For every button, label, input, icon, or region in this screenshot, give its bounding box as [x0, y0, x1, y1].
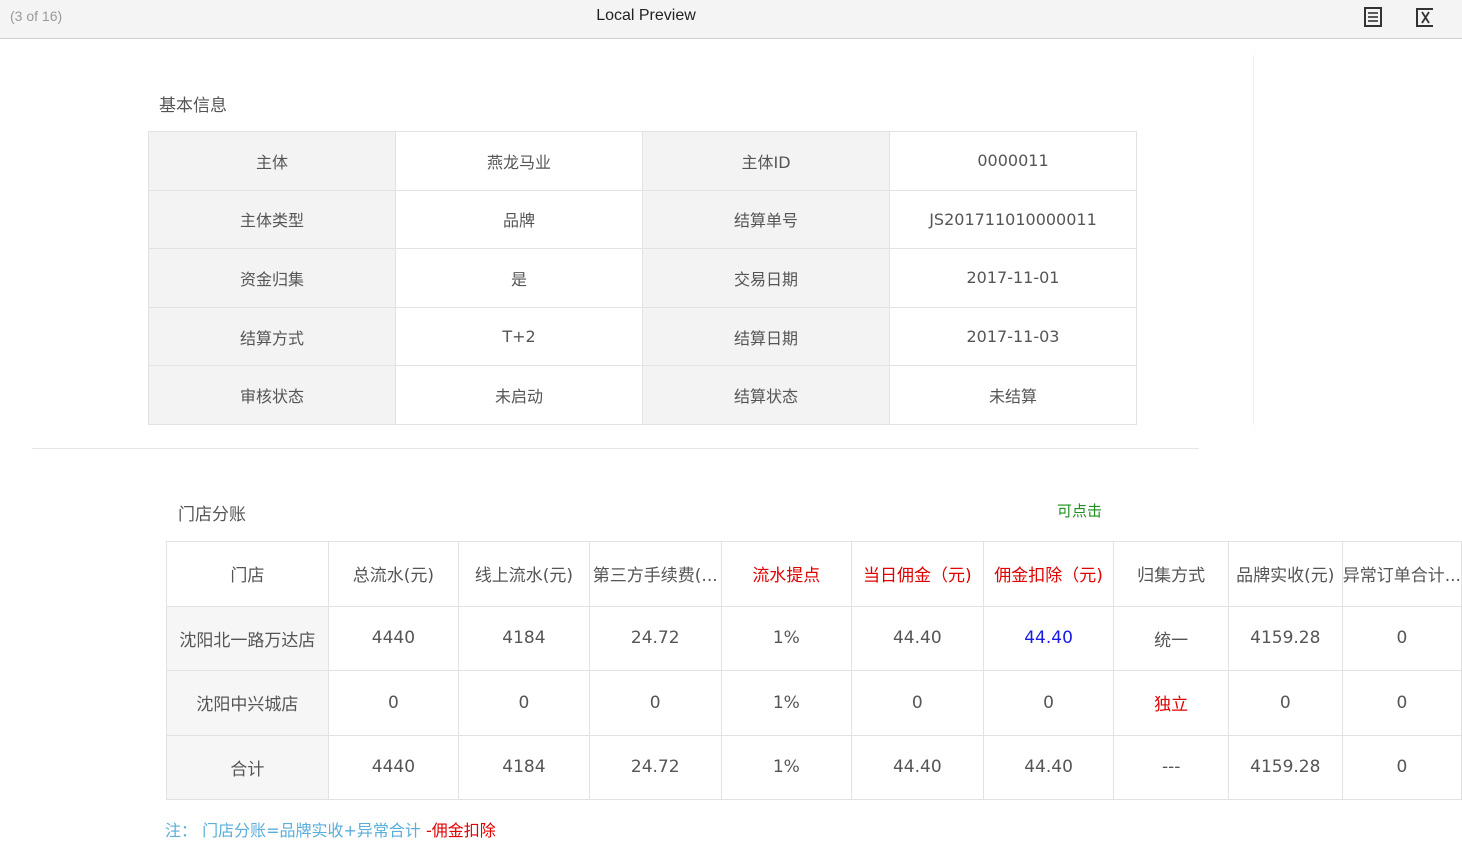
- table-cell: 44.40: [850, 734, 984, 800]
- column-header: 流水提点: [720, 541, 852, 607]
- close-formula-icon[interactable]: [1414, 6, 1436, 28]
- info-label: 资金归集: [148, 248, 396, 308]
- table-cell: 4159.28: [1227, 605, 1343, 671]
- info-label: 主体ID: [642, 131, 890, 191]
- info-value: T+2: [395, 306, 643, 367]
- table-cell: 0: [850, 670, 984, 736]
- table-cell: 4440: [327, 734, 460, 800]
- store-name-cell: 沈阳中兴城店: [166, 670, 329, 736]
- table-cell: 0: [1341, 734, 1462, 800]
- info-label: 结算单号: [642, 189, 890, 250]
- info-label: 审核状态: [148, 365, 396, 425]
- table-cell: 统一: [1113, 605, 1229, 671]
- panel-divider: [1253, 55, 1254, 425]
- column-header: 总流水(元): [327, 541, 460, 607]
- footnote-red: -佣金扣除: [420, 821, 496, 840]
- info-row: 主体 燕龙马业 主体ID 0000011: [148, 131, 1137, 191]
- table-cell: 4184: [458, 605, 590, 671]
- column-header: 异常订单合计...: [1341, 541, 1462, 607]
- table-cell: 0: [1227, 670, 1343, 736]
- table-cell: 4184: [458, 734, 590, 800]
- column-header: 佣金扣除（元): [982, 541, 1115, 607]
- info-label: 主体类型: [148, 189, 396, 250]
- table-row: 沈阳北一路万达店 4440 4184 24.72 1% 44.40 44.40 统一 4159.…: [166, 605, 1462, 671]
- info-label: 结算方式: [148, 306, 396, 367]
- table-cell[interactable]: 44.40: [982, 605, 1115, 671]
- table-cell: 4440: [327, 605, 460, 671]
- info-value: 燕龙马业: [395, 131, 643, 191]
- store-split-table: 门店 总流水(元) 线上流水(元) 第三方手续费(... 流水提点 当日佣金（元) 佣金扣除…: [166, 541, 1462, 800]
- info-value: 是: [395, 248, 643, 308]
- window-title: Local Preview: [596, 7, 696, 24]
- table-cell: 24.72: [588, 605, 722, 671]
- column-header: 第三方手续费(...: [588, 541, 722, 607]
- table-cell: 0: [327, 670, 460, 736]
- footnote-main: 注： 门店分账=品牌实收+异常合计: [165, 821, 421, 840]
- store-name-cell: 沈阳北一路万达店: [166, 605, 329, 671]
- info-label: 主体: [148, 131, 396, 191]
- column-header: 线上流水(元): [458, 541, 590, 607]
- table-cell: 4159.28: [1227, 734, 1343, 800]
- table-cell: 44.40: [850, 605, 984, 671]
- table-cell: ---: [1113, 734, 1229, 800]
- info-label: 结算状态: [642, 365, 890, 425]
- list-icon[interactable]: [1362, 6, 1384, 28]
- table-cell: 0: [982, 670, 1115, 736]
- table-cell: 0: [458, 670, 590, 736]
- table-cell: 0: [1341, 670, 1462, 736]
- table-row: 沈阳中兴城店 0 0 0 1% 0 0 独立 0 0: [166, 670, 1462, 736]
- preview-toolbar: (3 of 16) Local Preview: [0, 0, 1462, 39]
- column-header: 当日佣金（元): [850, 541, 984, 607]
- table-cell: 0: [1341, 605, 1462, 671]
- info-row: 审核状态 未启动 结算状态 未结算: [148, 365, 1137, 425]
- info-label: 交易日期: [642, 248, 890, 308]
- store-name-cell: 合计: [166, 734, 329, 800]
- table-row: 合计 4440 4184 24.72 1% 44.40 44.40 --- 4159.28 0: [166, 734, 1462, 800]
- info-label: 结算日期: [642, 306, 890, 367]
- info-row: 结算方式 T+2 结算日期 2017-11-03: [148, 306, 1137, 367]
- info-row: 主体类型 品牌 结算单号 JS201711010000011: [148, 189, 1137, 250]
- column-header: 归集方式: [1113, 541, 1229, 607]
- info-row: 资金归集是交易日期 2017-11-01: [148, 248, 1137, 308]
- table-cell: 1%: [720, 734, 852, 800]
- table-cell: 44.40: [982, 734, 1115, 800]
- info-value: 未启动: [395, 365, 643, 425]
- column-header: 品牌实收(元): [1227, 541, 1343, 607]
- info-value: 0000011: [889, 131, 1137, 191]
- basic-info-title: 基本信息: [159, 96, 227, 116]
- table-cell: 1%: [720, 670, 852, 736]
- store-split-title: 门店分账: [178, 505, 246, 525]
- table-cell: 独立: [1113, 670, 1229, 736]
- clickable-note: 可点击: [1057, 502, 1103, 520]
- info-value: 品牌: [395, 189, 643, 250]
- formula-footnote: 注： 门店分账=品牌实收+异常合计 -佣金扣除: [165, 817, 496, 841]
- table-cell: 0: [588, 670, 722, 736]
- column-header: 门店: [166, 541, 329, 607]
- basic-info-table: 主体 燕龙马业 主体ID 0000011 主体类型 品牌 结算单号 JS20171101000…: [148, 131, 1137, 425]
- section-divider: [32, 448, 1199, 449]
- info-value: 未结算: [889, 365, 1137, 425]
- info-value: 2017-11-01: [889, 248, 1137, 308]
- table-cell: 1%: [720, 605, 852, 671]
- info-value: JS201711010000011: [889, 189, 1137, 250]
- table-cell: 24.72: [588, 734, 722, 800]
- info-value: 2017-11-03: [889, 306, 1137, 367]
